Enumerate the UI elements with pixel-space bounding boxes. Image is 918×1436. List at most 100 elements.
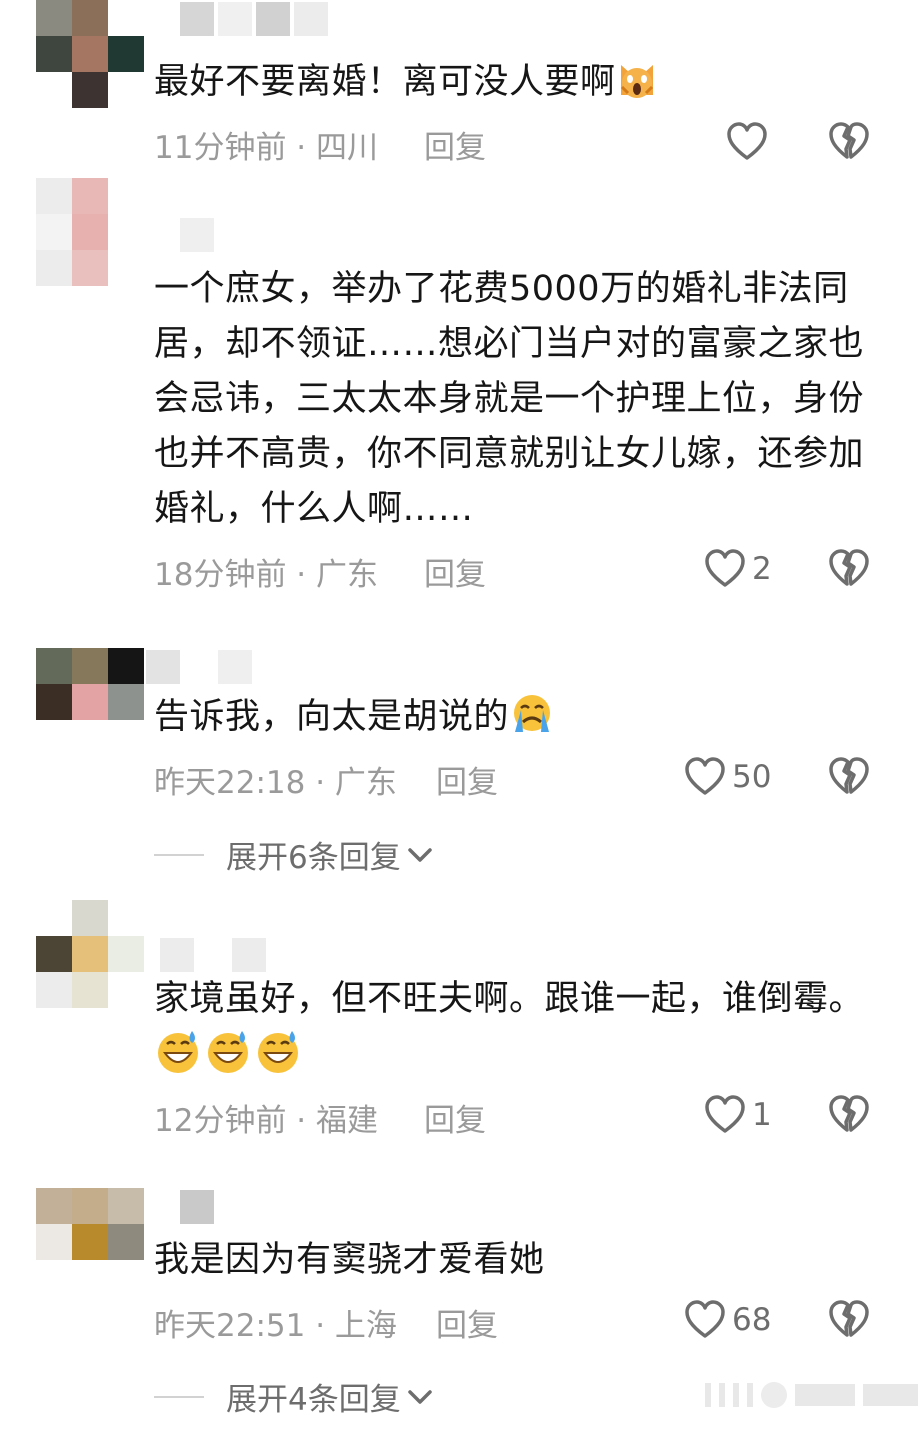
comment-text-content: 家境虽好，但不旺夫啊。跟谁一起，谁倒霉。 [154, 979, 865, 1019]
comment-text-content: 我是因为有窦骁才爱看她 [154, 1240, 545, 1280]
avatar-pixel [108, 972, 144, 1008]
avatar-pixel [36, 0, 72, 36]
avatar-pixel [72, 684, 108, 720]
dislike-button[interactable] [828, 122, 870, 166]
comment-location: 广东 [334, 765, 397, 801]
expand-replies-button[interactable]: 展开4条回复 [154, 1374, 435, 1419]
avatar-pixel [36, 720, 72, 756]
crying-face-icon [509, 692, 555, 751]
avatar-pixel [72, 900, 108, 936]
avatar-pixel [36, 250, 72, 286]
comment-location: 福建 [316, 1103, 379, 1139]
avatar-pixel [72, 0, 108, 36]
broken-heart-icon [829, 122, 869, 159]
like-count: 50 [732, 759, 772, 795]
avatar-pixel [108, 1188, 144, 1224]
expand-replies-label: 展开4条回复 [226, 1382, 401, 1418]
avatar-pixel [36, 972, 72, 1008]
chevron-down-icon [407, 847, 432, 862]
like-button[interactable]: 1 [704, 1095, 772, 1135]
comment-text-content: 最好不要离婚！离可没人要啊 [154, 62, 616, 102]
comment-time: 12分钟前 [154, 1103, 287, 1139]
dislike-button[interactable] [828, 1095, 870, 1139]
comment-location: 广东 [316, 557, 379, 593]
dislike-button[interactable] [828, 549, 870, 593]
like-count: 68 [732, 1302, 772, 1338]
watermark-logo [705, 1382, 918, 1408]
avatar[interactable] [36, 1188, 144, 1296]
avatar-pixel [72, 72, 108, 108]
heart-icon [685, 757, 725, 795]
comment-location: 上海 [334, 1308, 397, 1344]
expand-replies-label: 展开6条回复 [226, 840, 401, 876]
username-blurred[interactable] [180, 2, 328, 36]
grin-sweat-icon [154, 1027, 302, 1092]
avatar-pixel [108, 0, 144, 36]
avatar-pixel [72, 178, 108, 214]
username-blurred[interactable] [180, 218, 214, 252]
avatar-pixel [72, 648, 108, 684]
chevron-down-icon [407, 1389, 432, 1404]
avatar[interactable] [36, 0, 144, 108]
comment-time: 昨天22:51 [154, 1308, 306, 1344]
avatar[interactable] [36, 900, 144, 1008]
avatar-pixel [72, 250, 108, 286]
avatar-pixel [72, 1188, 108, 1224]
like-button[interactable] [726, 122, 774, 162]
heart-icon [705, 1095, 745, 1133]
avatar[interactable] [36, 178, 144, 286]
avatar-pixel [36, 1224, 72, 1260]
avatar-pixel [36, 936, 72, 972]
avatar-pixel [108, 1224, 144, 1260]
reply-button[interactable]: 回复 [424, 1095, 486, 1140]
heart-icon [705, 549, 745, 587]
like-button[interactable]: 2 [704, 549, 772, 589]
comment-meta: 18分钟前 · 广东 [154, 557, 379, 593]
avatar-pixel [36, 1260, 72, 1296]
dislike-button[interactable] [828, 757, 870, 801]
reply-button[interactable]: 回复 [424, 122, 486, 167]
avatar-pixel [36, 684, 72, 720]
avatar-pixel [108, 250, 144, 286]
username-blurred[interactable] [146, 938, 266, 972]
reply-button[interactable]: 回复 [436, 1300, 498, 1345]
broken-heart-icon [829, 1095, 869, 1132]
like-button[interactable]: 68 [684, 1300, 771, 1340]
avatar[interactable] [36, 648, 144, 756]
username-blurred[interactable] [146, 650, 252, 684]
comment-time: 18分钟前 [154, 557, 287, 593]
avatar-pixel [36, 1188, 72, 1224]
broken-heart-icon [829, 757, 869, 794]
avatar-pixel [108, 178, 144, 214]
avatar-pixel [72, 1260, 108, 1296]
avatar-pixel [36, 900, 72, 936]
username-blurred[interactable] [180, 1190, 214, 1224]
avatar-pixel [72, 214, 108, 250]
reply-button[interactable]: 回复 [424, 549, 486, 594]
comment-text: 告诉我，向太是胡说的 [154, 690, 864, 751]
dislike-button[interactable] [828, 1300, 870, 1344]
avatar-pixel [108, 72, 144, 108]
like-button[interactable]: 50 [684, 757, 771, 797]
avatar-pixel [36, 72, 72, 108]
avatar-pixel [72, 972, 108, 1008]
avatar-pixel [108, 648, 144, 684]
avatar-pixel [36, 214, 72, 250]
comment-text: 最好不要离婚！离可没人要啊 [154, 55, 864, 116]
avatar-pixel [36, 648, 72, 684]
reply-button[interactable]: 回复 [436, 757, 498, 802]
avatar-pixel [108, 1260, 144, 1296]
avatar-pixel [108, 214, 144, 250]
divider [154, 853, 204, 856]
avatar-pixel [108, 720, 144, 756]
avatar-pixel [72, 36, 108, 72]
comment-text-content: 一个庶女，举办了花费5000万的婚礼非法同居，却不领证……想必门当户对的富豪之家… [154, 269, 865, 529]
comment-text: 家境虽好，但不旺夫啊。跟谁一起，谁倒霉。 [154, 972, 864, 1092]
avatar-pixel [72, 936, 108, 972]
heart-icon [727, 122, 767, 160]
heart-icon [685, 1300, 725, 1338]
expand-replies-button[interactable]: 展开6条回复 [154, 832, 435, 877]
comment-text: 我是因为有窦骁才爱看她 [154, 1233, 864, 1288]
avatar-pixel [36, 36, 72, 72]
avatar-pixel [36, 178, 72, 214]
